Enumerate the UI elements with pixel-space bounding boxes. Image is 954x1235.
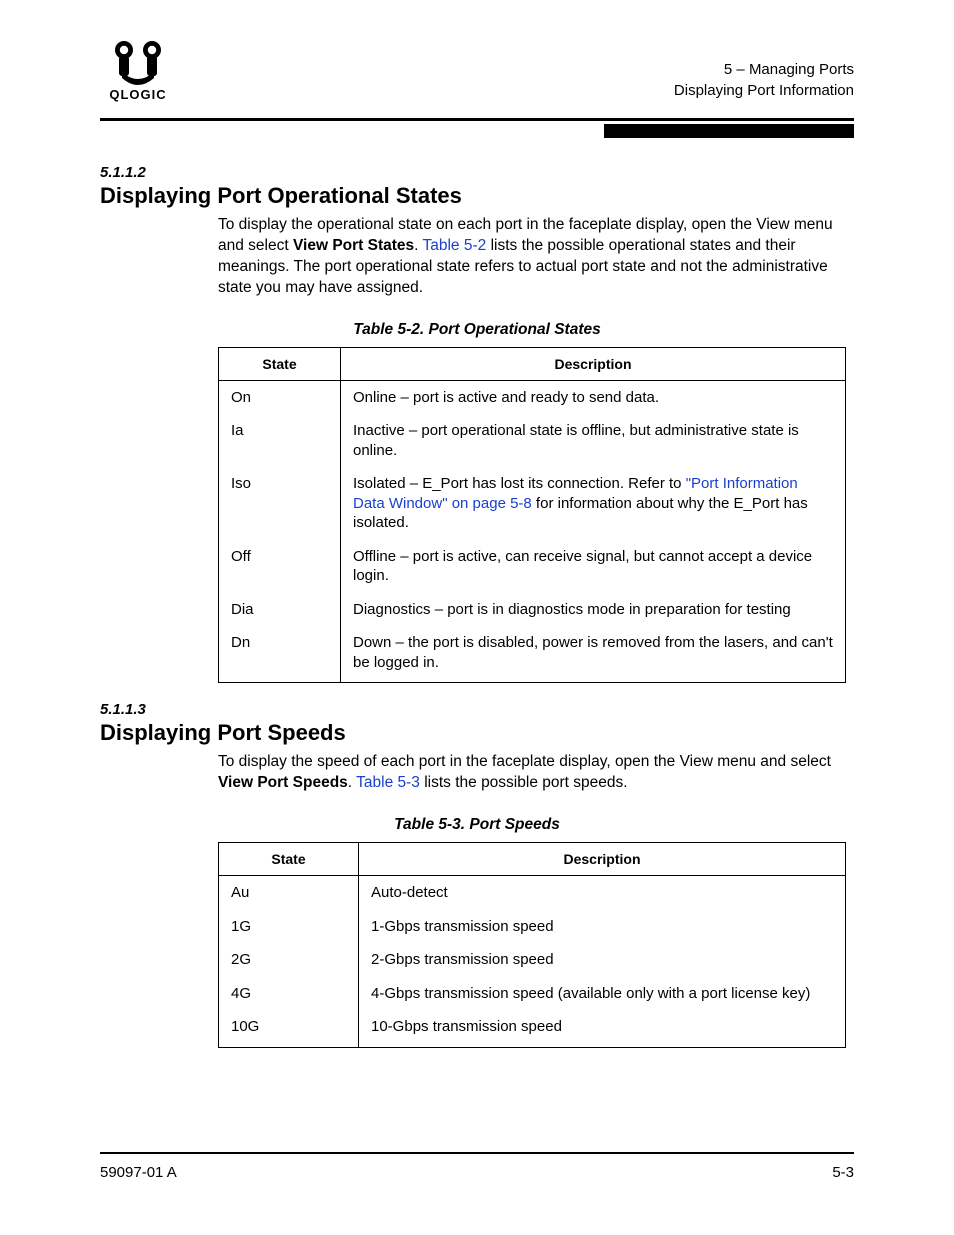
table-ref-link[interactable]: Table 5-2 [423,237,487,254]
para-bold: View Port Speeds [218,774,348,791]
table-row: Off Offline – port is active, can receiv… [219,540,846,593]
header-rule [100,118,854,121]
cell-desc: Auto-detect [359,876,846,910]
cell-state: Ia [219,414,341,467]
doc-number: 59097-01 A [100,1164,177,1181]
col-header-description: Description [341,347,846,380]
section-title: Displaying Port Speeds [100,720,854,746]
footer-rule [100,1152,854,1154]
cell-state: 2G [219,943,359,977]
para-text: . [348,774,356,791]
cell-desc: 2-Gbps transmission speed [359,943,846,977]
cell-state: 10G [219,1010,359,1047]
section-paragraph: To display the operational state on each… [218,215,854,299]
cell-state: Dn [219,626,341,683]
section-number: 5.1.1.3 [100,701,854,718]
table-row: 1G 1-Gbps transmission speed [219,910,846,944]
cell-desc: Isolated – E_Port has lost its connectio… [341,467,846,540]
header-breadcrumb: 5 – Managing Ports Displaying Port Infor… [674,59,854,103]
cell-desc: 1-Gbps transmission speed [359,910,846,944]
table-row: Iso Isolated – E_Port has lost its conne… [219,467,846,540]
table-row: Ia Inactive – port operational state is … [219,414,846,467]
cell-desc: Online – port is active and ready to sen… [341,380,846,414]
cell-state: Off [219,540,341,593]
section-paragraph: To display the speed of each port in the… [218,752,854,794]
cell-desc: 10-Gbps transmission speed [359,1010,846,1047]
table-row: Dn Down – the port is disabled, power is… [219,626,846,683]
cell-state: Iso [219,467,341,540]
qlogic-logo-icon: QLOGIC [100,38,176,102]
table-caption: Table 5-3. Port Speeds [100,816,854,834]
cell-state: Dia [219,593,341,627]
col-header-state: State [219,347,341,380]
col-header-description: Description [359,843,846,876]
section-label: Displaying Port Information [674,80,854,102]
table-row: 10G 10-Gbps transmission speed [219,1010,846,1047]
port-operational-states-table: State Description On Online – port is ac… [218,347,846,684]
page-header: QLOGIC 5 – Managing Ports Displaying Por… [100,38,854,112]
cell-state: On [219,380,341,414]
para-text: To display the speed of each port in the… [218,753,831,770]
col-header-state: State [219,843,359,876]
header-black-bar [604,124,854,138]
table-row: On Online – port is active and ready to … [219,380,846,414]
cell-desc: Offline – port is active, can receive si… [341,540,846,593]
cell-state: 4G [219,977,359,1011]
brand-logo: QLOGIC [100,38,180,102]
cell-text: Isolated – E_Port has lost its connectio… [353,475,686,492]
cell-desc: Diagnostics – port is in diagnostics mod… [341,593,846,627]
table-ref-link[interactable]: Table 5-3 [356,774,420,791]
cell-state: 1G [219,910,359,944]
table-caption: Table 5-2. Port Operational States [100,321,854,339]
table-row: Dia Diagnostics – port is in diagnostics… [219,593,846,627]
para-bold: View Port States [293,237,414,254]
logo-text: QLOGIC [109,87,166,102]
para-text: . [414,237,422,254]
table-row: 4G 4-Gbps transmission speed (available … [219,977,846,1011]
section-title: Displaying Port Operational States [100,183,854,209]
cell-desc: Down – the port is disabled, power is re… [341,626,846,683]
page-number: 5-3 [832,1164,854,1181]
para-text: lists the possible port speeds. [420,774,628,791]
cell-state: Au [219,876,359,910]
cell-desc: 4-Gbps transmission speed (available onl… [359,977,846,1011]
cell-desc: Inactive – port operational state is off… [341,414,846,467]
chapter-label: 5 – Managing Ports [674,59,854,81]
page-footer: 59097-01 A 5-3 [100,1152,854,1181]
table-row: Au Auto-detect [219,876,846,910]
port-speeds-table: State Description Au Auto-detect 1G 1-Gb… [218,842,846,1048]
section-number: 5.1.1.2 [100,164,854,181]
table-row: 2G 2-Gbps transmission speed [219,943,846,977]
